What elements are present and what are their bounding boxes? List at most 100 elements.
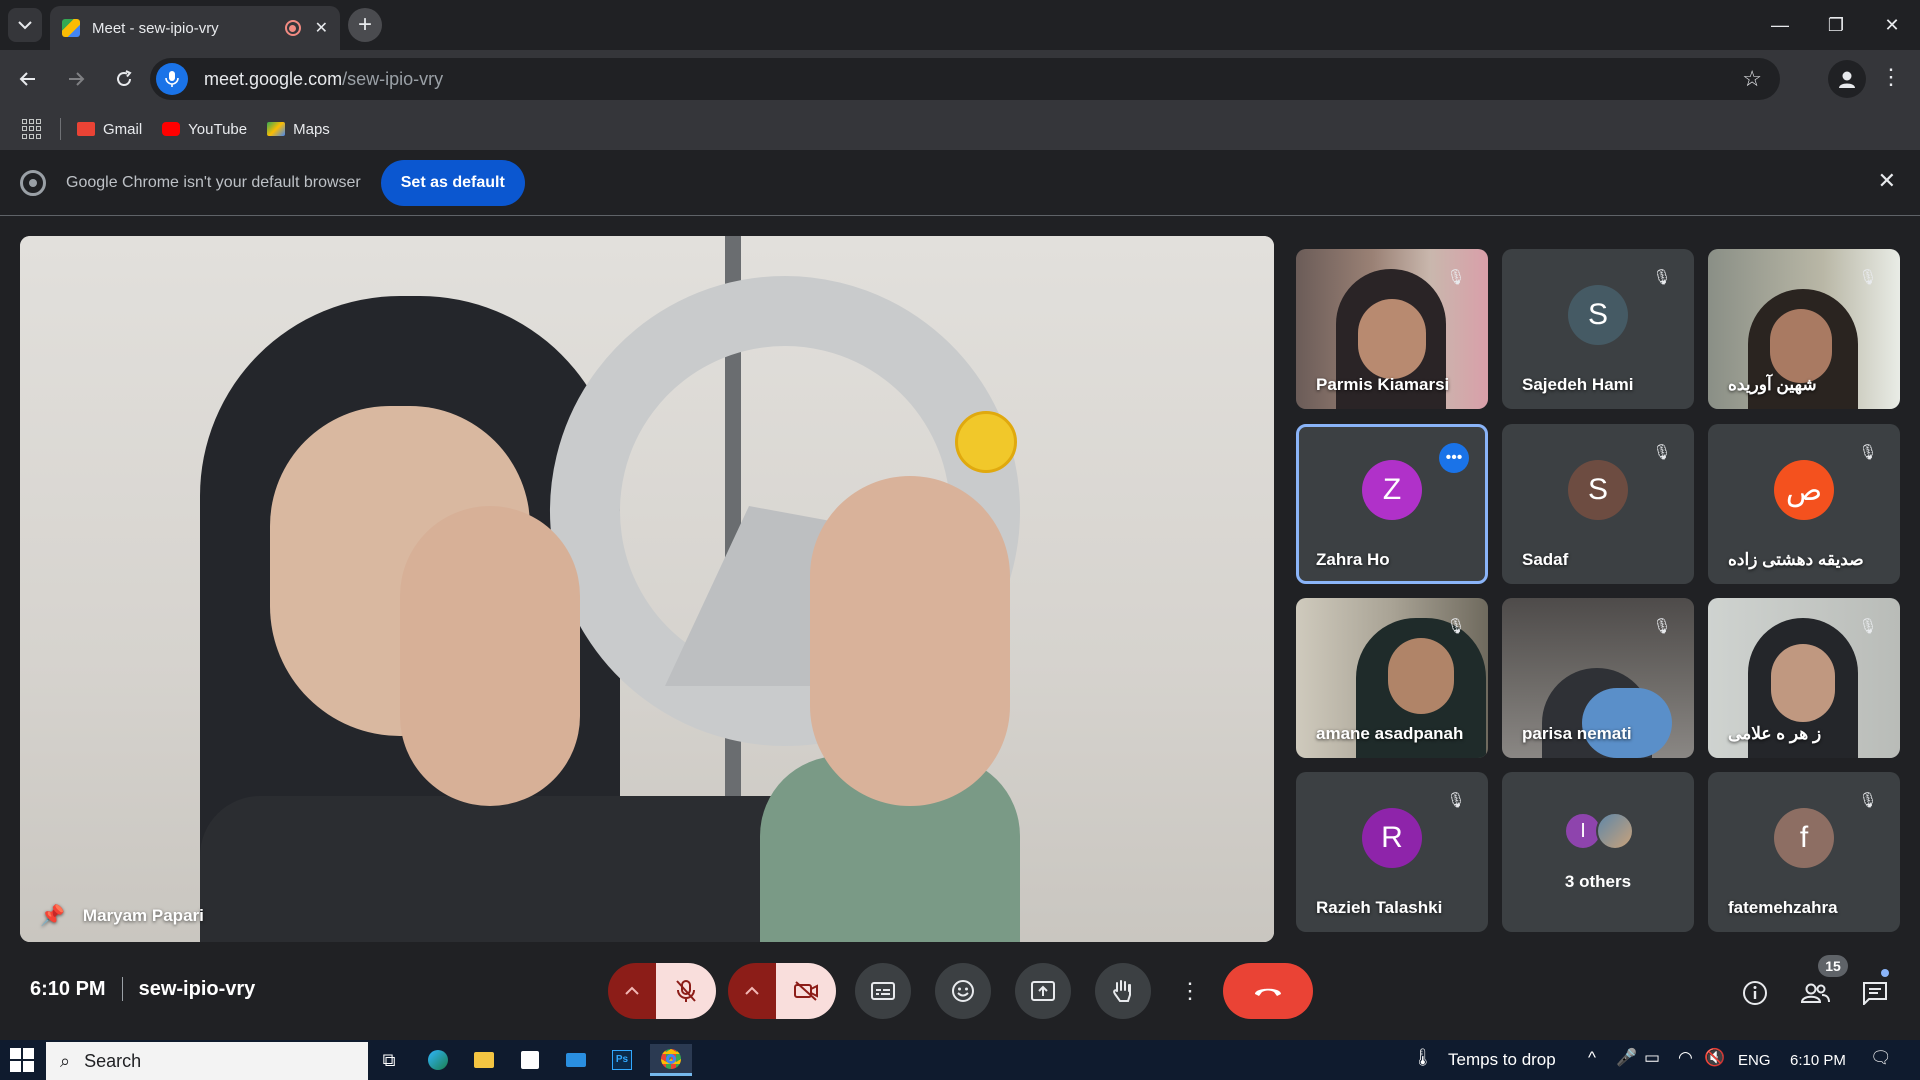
- arrow-right-icon: [69, 72, 85, 86]
- people-icon: [1800, 983, 1830, 1003]
- profile-avatar[interactable]: [1828, 60, 1866, 98]
- bookmark-maps[interactable]: Maps: [267, 121, 330, 138]
- microphone-toggle-button[interactable]: [656, 963, 716, 1019]
- tab-search-button[interactable]: [8, 8, 42, 42]
- present-screen-icon: [1031, 981, 1055, 1001]
- participant-tile[interactable]: f 🎙 fatemehzahra: [1708, 772, 1900, 932]
- maps-icon: [267, 122, 286, 136]
- pin-icon[interactable]: 📌: [40, 903, 65, 928]
- bookmark-label: YouTube: [188, 120, 248, 138]
- chat-button[interactable]: [1855, 973, 1895, 1013]
- participant-tile-others[interactable]: I 3 others: [1502, 772, 1694, 932]
- start-button[interactable]: [10, 1048, 34, 1072]
- taskbar-search-box[interactable]: ⌕ Search: [46, 1042, 368, 1080]
- participant-tile[interactable]: S 🎙 Sadaf: [1502, 424, 1694, 584]
- chevron-up-icon: [625, 986, 639, 995]
- edge-icon[interactable]: [420, 1044, 456, 1076]
- chrome-logo-icon: [20, 169, 46, 196]
- participant-tile[interactable]: 🎙 parisa nemati: [1502, 598, 1694, 758]
- bookmark-star-icon[interactable]: ☆: [1742, 66, 1762, 92]
- browser-menu-icon[interactable]: ⋮: [1880, 64, 1902, 90]
- raise-hand-button[interactable]: [1095, 963, 1151, 1019]
- mic-off-icon: 🎙: [1652, 444, 1672, 461]
- input-language[interactable]: ENG: [1738, 1052, 1771, 1069]
- more-options-icon[interactable]: •••: [1439, 443, 1469, 473]
- participant-tile[interactable]: ص 🎙 صدیقه دهشتی زاده: [1708, 424, 1900, 584]
- mic-off-icon: 🎙: [1446, 792, 1466, 809]
- participant-count-badge: 15: [1818, 955, 1848, 977]
- file-explorer-icon[interactable]: [466, 1044, 502, 1076]
- camera-toggle-button[interactable]: [776, 963, 836, 1019]
- task-view-icon[interactable]: ⧉: [371, 1044, 407, 1076]
- participant-tile[interactable]: 🎙 amane asadpanah: [1296, 598, 1488, 758]
- bookmarks-bar: Gmail YouTube Maps: [0, 108, 1920, 150]
- close-window-button[interactable]: ✕: [1864, 0, 1920, 50]
- browser-tab-strip: Meet - sew-ipio-vry ✕ + — ❐ ✕: [0, 0, 1920, 50]
- participant-name: Sajedeh Hami: [1522, 375, 1634, 394]
- meeting-time: 6:10 PM: [30, 977, 106, 1000]
- microphone-in-use-icon[interactable]: [156, 63, 188, 95]
- address-bar[interactable]: meet.google.com /sew-ipio-vry ☆: [150, 58, 1780, 100]
- speaker-muted-icon[interactable]: 🔇: [1704, 1048, 1725, 1068]
- participant-tile[interactable]: 🎙 ز هر ه علامی: [1708, 598, 1900, 758]
- mic-off-icon: 🎙: [1858, 618, 1878, 635]
- tab-meet[interactable]: Meet - sew-ipio-vry ✕: [50, 6, 340, 50]
- participant-avatar: Z: [1362, 460, 1422, 520]
- bookmark-label: Gmail: [103, 120, 143, 138]
- participant-name: Sadaf: [1522, 550, 1569, 569]
- weather-text[interactable]: Temps to drop: [1448, 1050, 1556, 1070]
- taskbar-clock[interactable]: 6:10 PM: [1790, 1052, 1846, 1069]
- store-icon[interactable]: [512, 1044, 548, 1076]
- participant-name: Zahra Ho: [1316, 550, 1390, 569]
- main-speaker-label: 📌 Maryam Papari: [40, 903, 204, 928]
- meeting-code: sew-ipio-vry: [138, 977, 256, 1000]
- participant-tile[interactable]: Z ••• Zahra Ho: [1296, 424, 1488, 584]
- participant-tile[interactable]: R 🎙 Razieh Talashki: [1296, 772, 1488, 932]
- participant-avatar: S: [1568, 460, 1628, 520]
- captions-button[interactable]: [855, 963, 911, 1019]
- mic-off-icon: 🎙: [1446, 618, 1466, 635]
- bookmark-gmail[interactable]: Gmail: [77, 121, 142, 138]
- mic-off-icon: 🎙: [1858, 444, 1878, 461]
- participant-tile[interactable]: 🎙 شهین آوریده: [1708, 249, 1900, 409]
- people-button[interactable]: [1795, 973, 1835, 1013]
- leave-call-button[interactable]: [1223, 963, 1313, 1019]
- meeting-details-button[interactable]: [1735, 973, 1775, 1013]
- chevron-up-icon[interactable]: ^: [1588, 1048, 1596, 1068]
- restore-button[interactable]: ❐: [1808, 0, 1864, 50]
- new-tab-button[interactable]: +: [348, 8, 382, 42]
- present-screen-button[interactable]: [1015, 963, 1071, 1019]
- mic-off-icon: 🎙: [1652, 269, 1672, 286]
- bookmark-youtube[interactable]: YouTube: [162, 121, 247, 138]
- infobar-close-icon[interactable]: ✕: [1878, 168, 1896, 194]
- chat-icon: [1863, 982, 1887, 1005]
- minimize-button[interactable]: —: [1752, 0, 1808, 50]
- back-button[interactable]: [8, 59, 48, 99]
- photoshop-icon[interactable]: Ps: [604, 1044, 640, 1076]
- tab-close-icon[interactable]: ✕: [315, 18, 328, 38]
- battery-icon[interactable]: ▭: [1644, 1048, 1660, 1068]
- main-speaker-video[interactable]: 📌 Maryam Papari: [20, 236, 1274, 942]
- participant-tile[interactable]: S 🎙 Sajedeh Hami: [1502, 249, 1694, 409]
- meeting-controls-bar: 6:10 PM sew-ipio-vry ⋮ 15: [0, 955, 1920, 1029]
- default-browser-infobar: Google Chrome isn't your default browser…: [0, 150, 1920, 216]
- set-as-default-button[interactable]: Set as default: [380, 159, 525, 206]
- audio-options-button[interactable]: [608, 963, 656, 1019]
- more-options-button[interactable]: ⋮: [1170, 963, 1210, 1019]
- reactions-button[interactable]: [935, 963, 991, 1019]
- infobar-message: Google Chrome isn't your default browser: [66, 173, 361, 191]
- notifications-icon[interactable]: 🗨: [1870, 1048, 1892, 1068]
- others-avatar-stack: I: [1564, 812, 1634, 850]
- reload-button[interactable]: [104, 59, 144, 99]
- mail-icon[interactable]: [558, 1044, 594, 1076]
- participant-name: amane asadpanah: [1316, 724, 1464, 743]
- weather-thermometer-icon[interactable]: 🌡: [1412, 1048, 1434, 1068]
- microphone-tray-icon[interactable]: 🎤: [1616, 1048, 1637, 1068]
- search-icon: ⌕: [60, 1050, 71, 1071]
- forward-button[interactable]: [56, 59, 96, 99]
- apps-grid-icon[interactable]: [22, 119, 42, 139]
- wifi-icon[interactable]: ◠: [1678, 1048, 1693, 1068]
- participant-tile[interactable]: 🎙 Parmis Kiamarsi: [1296, 249, 1488, 409]
- chrome-taskbar-icon[interactable]: [650, 1044, 692, 1076]
- video-options-button[interactable]: [728, 963, 776, 1019]
